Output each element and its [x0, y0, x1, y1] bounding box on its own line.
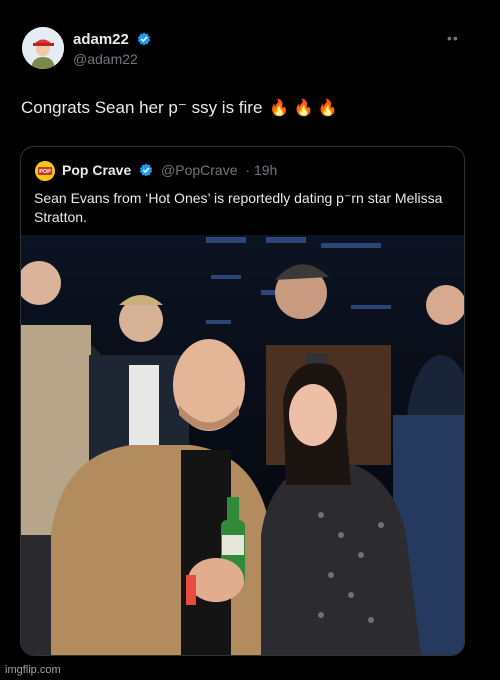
- verified-badge-icon: [137, 32, 151, 46]
- quoted-timestamp[interactable]: · 19h: [245, 162, 277, 178]
- author-avatar[interactable]: [22, 27, 64, 69]
- quoted-author-avatar[interactable]: POP: [35, 161, 55, 181]
- quoted-photo[interactable]: [21, 235, 464, 655]
- verified-badge-icon: [139, 163, 153, 177]
- quoted-tweet-card[interactable]: POP Pop Crave @PopCrave · 19h Sean Evans…: [20, 146, 465, 656]
- author-handle[interactable]: @adam22: [73, 51, 138, 67]
- tweet-body: Congrats Sean her p⁻ ssy is fire: [21, 98, 263, 117]
- cartoon-avatar-icon: [22, 27, 64, 69]
- quoted-handle[interactable]: @PopCrave: [161, 162, 237, 178]
- event-photo-image: [21, 235, 464, 655]
- fire-emojis: 🔥 🔥 🔥: [269, 100, 338, 117]
- more-options-icon[interactable]: ••: [447, 30, 459, 46]
- quoted-author-line[interactable]: Pop Crave @PopCrave · 19h: [62, 162, 277, 178]
- author-name[interactable]: adam22: [73, 31, 151, 48]
- svg-text:POP: POP: [39, 169, 51, 175]
- imgflip-watermark: imgflip.com: [5, 664, 61, 676]
- quoted-display-name[interactable]: Pop Crave: [62, 162, 131, 178]
- tweet-text: Congrats Sean her p⁻ ssy is fire 🔥 🔥 🔥: [21, 98, 338, 118]
- pop-crave-logo-icon: POP: [35, 161, 55, 181]
- quoted-text: Sean Evans from ‘Hot Ones’ is reportedly…: [34, 190, 443, 225]
- author-display-name[interactable]: adam22: [73, 31, 129, 48]
